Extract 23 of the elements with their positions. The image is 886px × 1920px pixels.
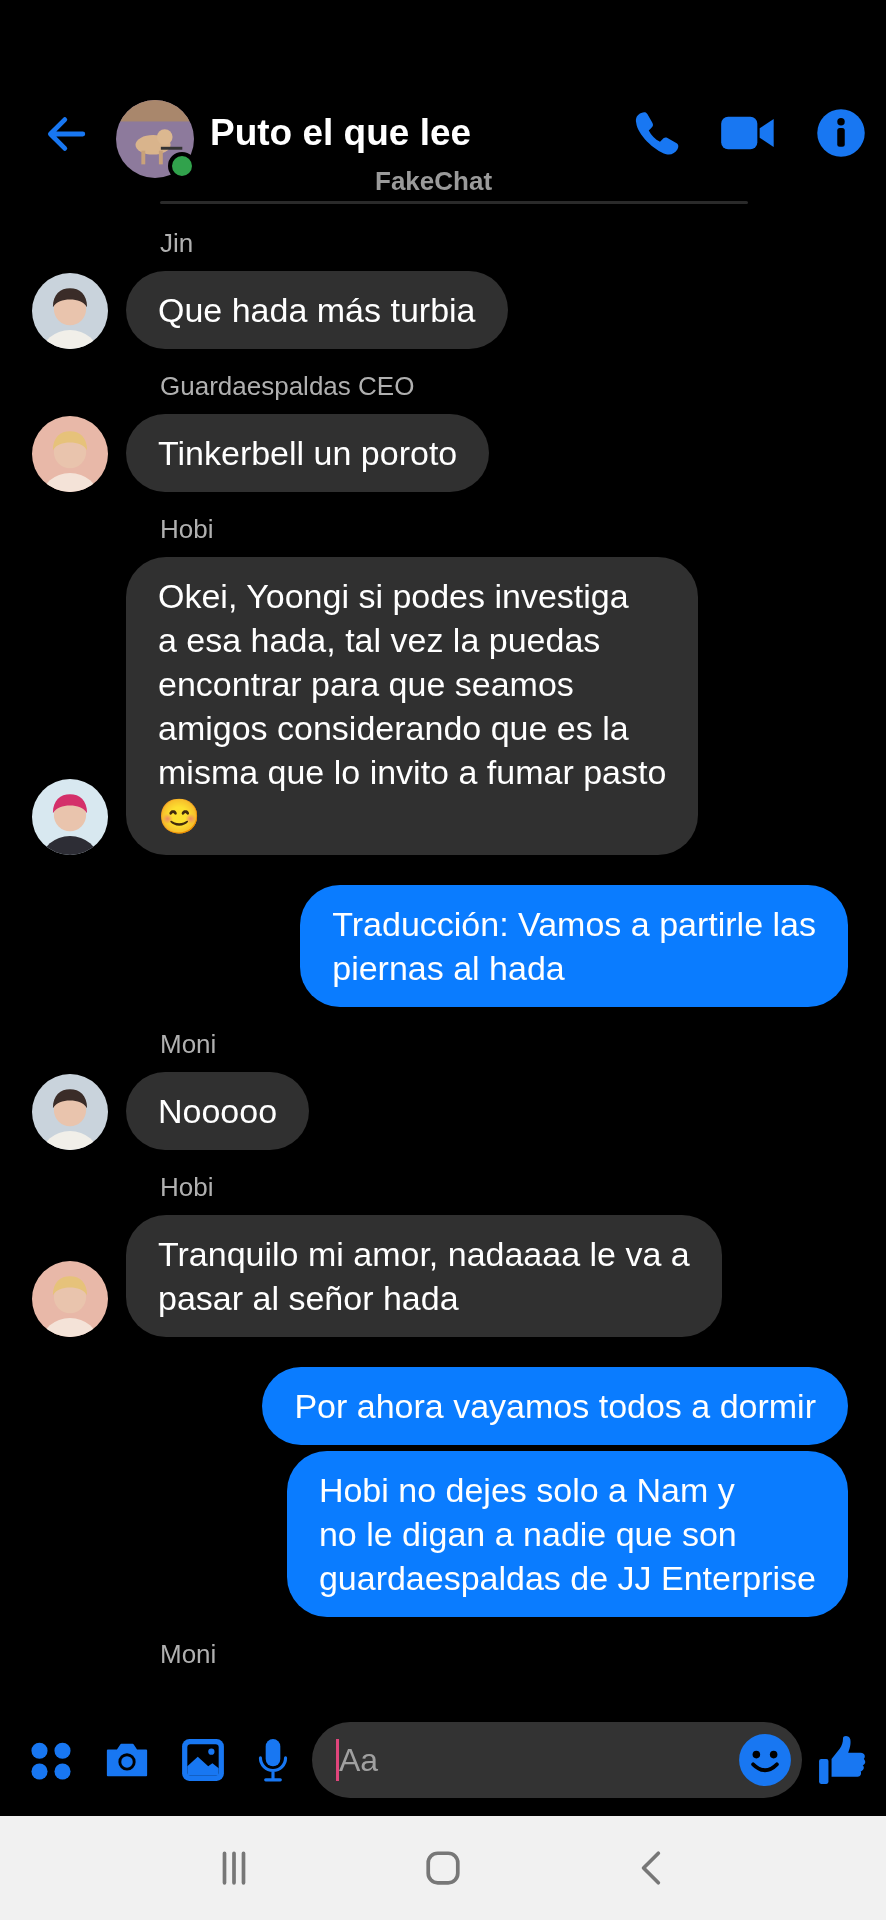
received-message: Que hada más turbia xyxy=(126,271,508,349)
image-icon[interactable] xyxy=(180,1737,226,1783)
chat-subtitle: FakeChat xyxy=(375,166,493,197)
message-input[interactable]: Aa xyxy=(312,1722,802,1798)
sender-name: Hobi xyxy=(160,1172,214,1203)
sent-message: Por ahora vayamos todos a dormir xyxy=(262,1367,848,1445)
info-icon[interactable] xyxy=(816,108,866,158)
chat-title: Puto el que lee xyxy=(210,112,473,154)
emoji-icon[interactable] xyxy=(738,1733,792,1787)
sender-name: Jin xyxy=(160,228,194,259)
sender-name: Hobi xyxy=(160,514,214,545)
sender-name: Moni xyxy=(160,1029,217,1060)
received-message: Tinkerbell un poroto xyxy=(126,414,490,492)
home-icon[interactable] xyxy=(424,1849,462,1887)
sender-name: Moni xyxy=(160,1639,217,1670)
sender-name: Guardaespaldas CEO xyxy=(160,371,415,402)
sent-message: Hobi no dejes solo a Nam y no le digan a nadie que son guardaespaldas de JJ Enterprise xyxy=(286,1451,848,1617)
microphone-icon[interactable] xyxy=(256,1737,290,1783)
received-message: Tranquilo mi amor, nadaaaa le va a pasar al señor hada xyxy=(126,1215,722,1337)
thumbs-up-icon[interactable] xyxy=(818,1734,868,1786)
sent-message: Traducción: Vamos a partirle las piernas al hada xyxy=(300,885,848,1007)
received-message: Okei, Yoongi si podes investiga a esa hada, tal vez la puedas encontrar para que seamos amigos considerando que es la misma que lo invito a fumar pasto 😊 xyxy=(126,557,699,855)
received-message: Nooooo xyxy=(126,1072,310,1150)
